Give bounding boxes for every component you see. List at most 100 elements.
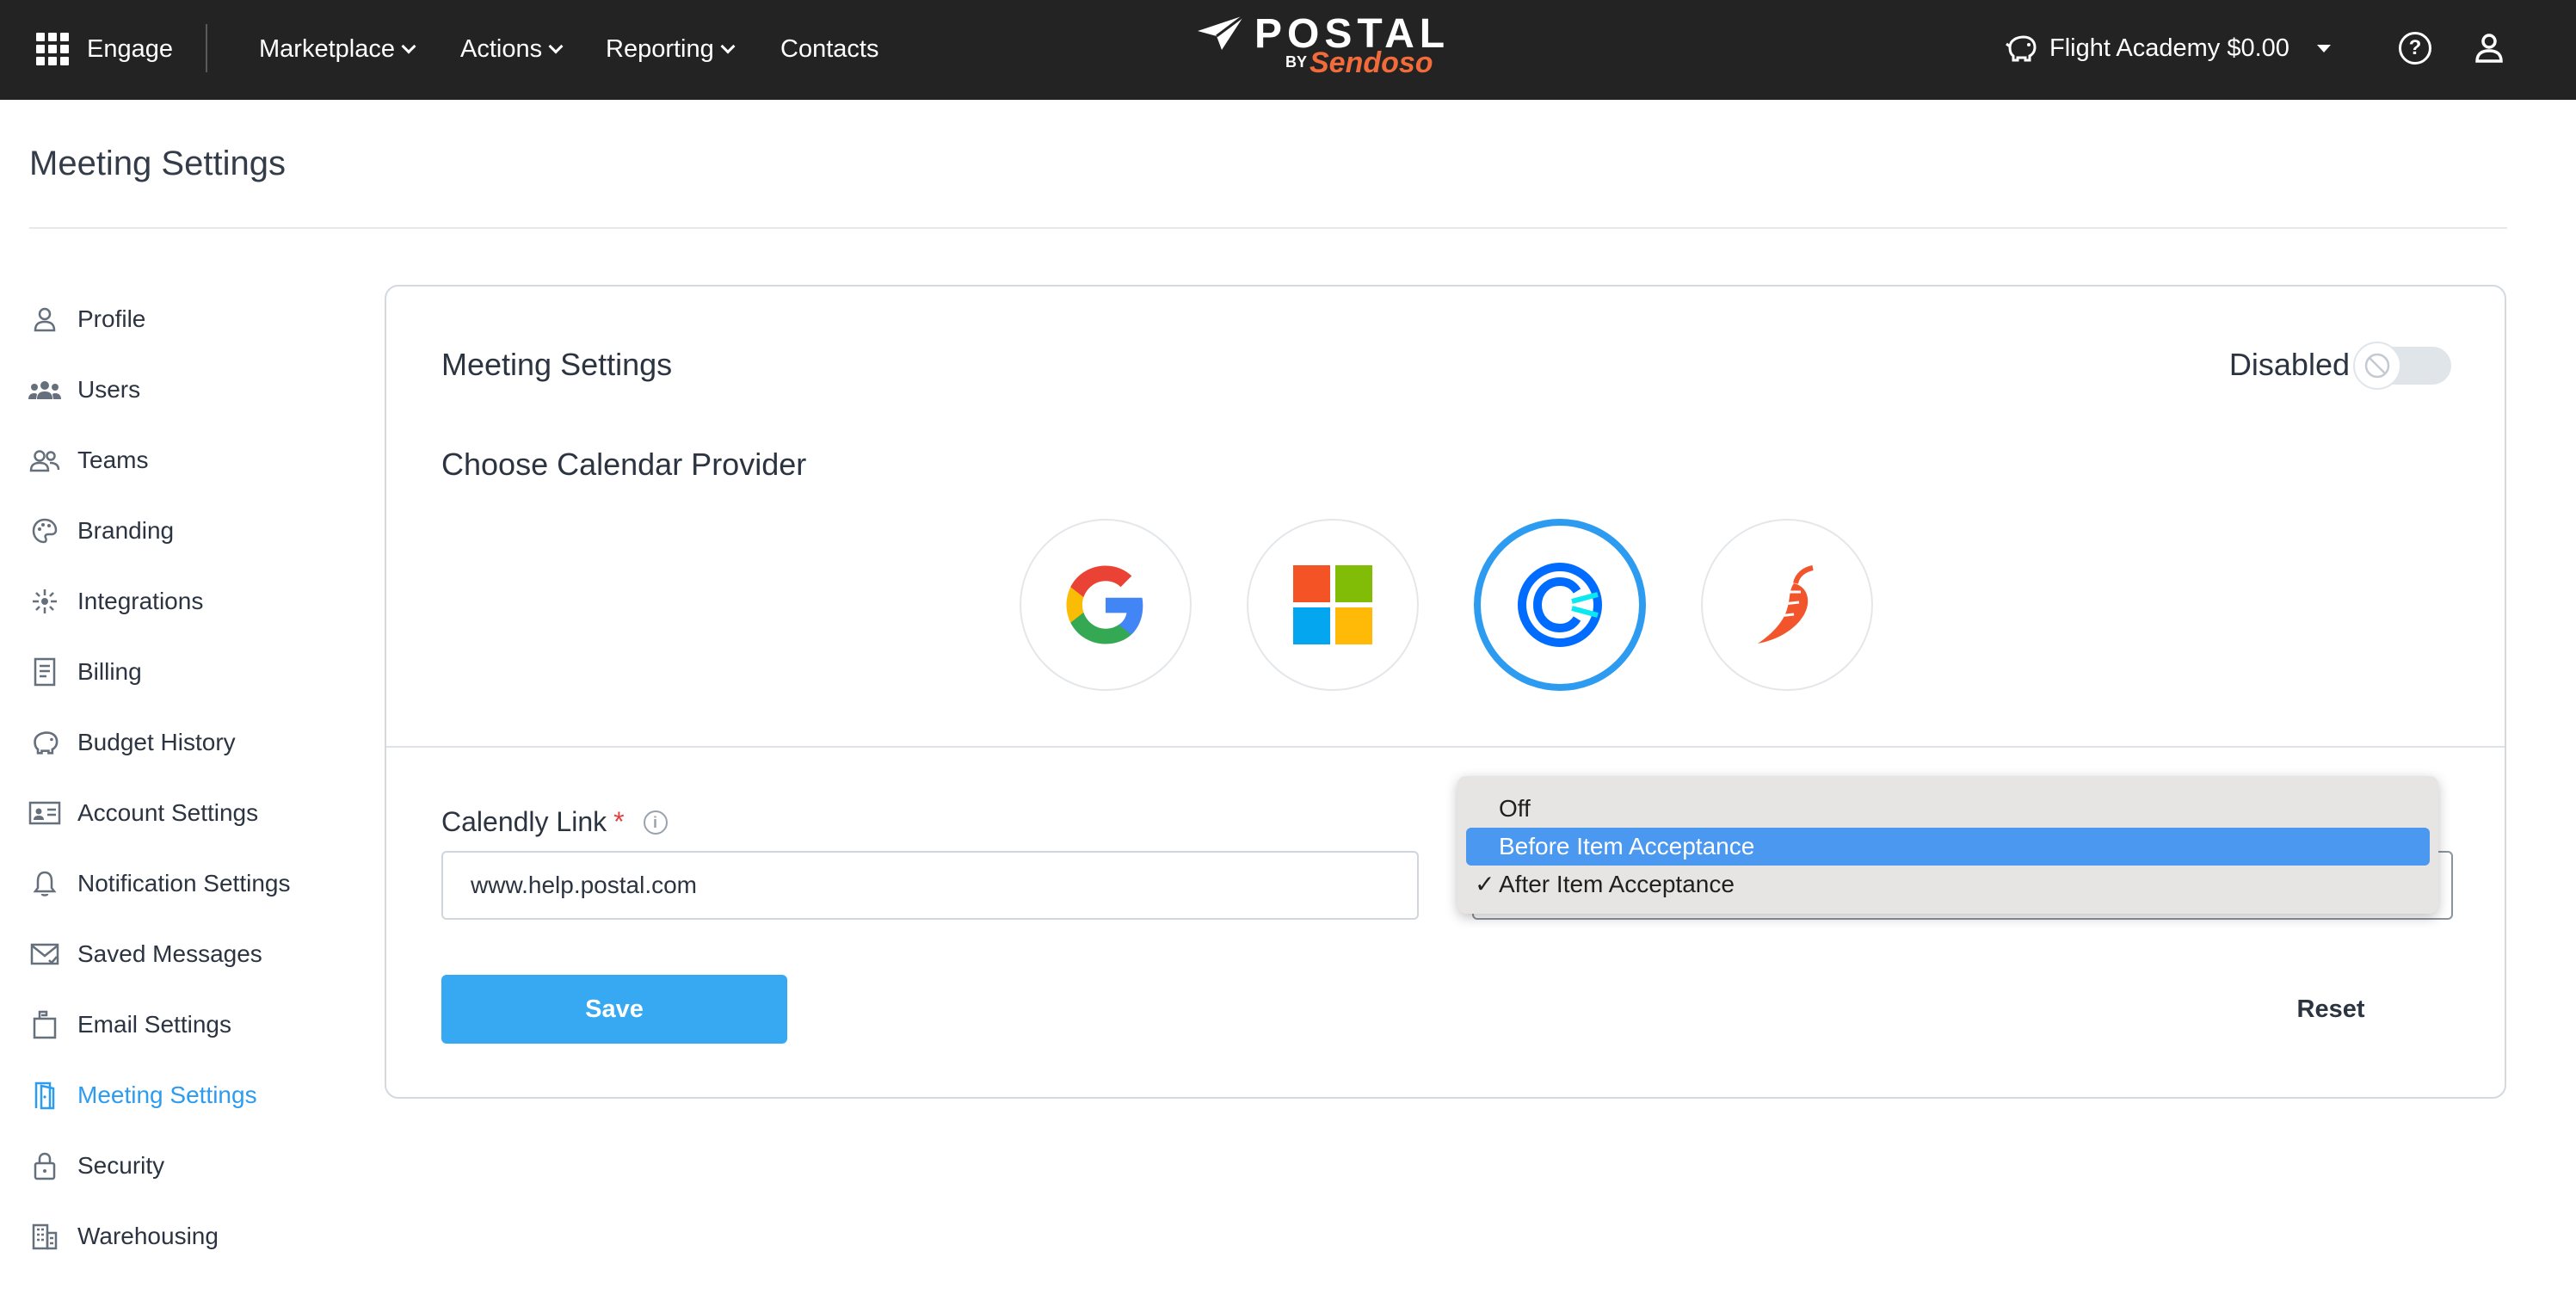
- settings-sidebar: Profile Users Teams Branding Integration…: [28, 284, 354, 1272]
- sidebar-item-warehousing[interactable]: Warehousing: [28, 1201, 354, 1272]
- sidebar-item-integrations[interactable]: Integrations: [28, 566, 354, 637]
- postal-logo[interactable]: POSTAL BY Sendoso: [1196, 10, 1445, 88]
- grid-icon[interactable]: [36, 33, 69, 65]
- user-icon[interactable]: [2474, 33, 2504, 64]
- building-icon: [28, 1219, 62, 1254]
- option-label: Before Item Acceptance: [1499, 833, 1755, 860]
- chili-pepper-icon: [1758, 565, 1814, 644]
- option-label: Off: [1499, 795, 1531, 822]
- account-label: Flight Academy $0.00: [2049, 34, 2289, 62]
- sidebar-item-label: Integrations: [77, 588, 204, 614]
- envelope-check-icon: [28, 937, 62, 971]
- nav-actions-label: Actions: [460, 35, 543, 63]
- meeting-settings-toggle[interactable]: [2353, 342, 2451, 390]
- lock-icon: [28, 1149, 62, 1183]
- sidebar-item-label: Billing: [77, 658, 142, 685]
- logo-sendoso: Sendoso: [1310, 46, 1433, 79]
- door-icon: [28, 1078, 62, 1112]
- user-icon: [28, 302, 62, 336]
- integrations-icon: [28, 584, 62, 619]
- sidebar-item-label: Email Settings: [77, 1011, 231, 1038]
- sidebar-item-saved-messages[interactable]: Saved Messages: [28, 919, 354, 989]
- dropdown-option-before-item-acceptance[interactable]: Before Item Acceptance: [1466, 828, 2430, 866]
- dropdown-option-off[interactable]: Off: [1466, 790, 2430, 828]
- header-divider: [29, 227, 2507, 229]
- toggle-knob: [2353, 342, 2401, 390]
- chevron-down-icon: [401, 39, 416, 54]
- sidebar-item-account-settings[interactable]: Account Settings: [28, 778, 354, 848]
- nav-reporting[interactable]: Reporting: [606, 33, 736, 65]
- sidebar-item-label: Teams: [77, 447, 149, 473]
- sidebar-item-label: Security: [77, 1152, 165, 1179]
- meeting-timing-dropdown-menu: Off Before Item Acceptance ✓ After Item …: [1457, 776, 2438, 914]
- sidebar-item-label: Warehousing: [77, 1223, 219, 1249]
- mailbox-icon: [28, 1007, 62, 1042]
- nav-marketplace-label: Marketplace: [259, 35, 395, 63]
- piggy-bank-icon: [28, 725, 62, 760]
- google-icon: [1066, 565, 1143, 644]
- sidebar-item-profile[interactable]: Profile: [28, 284, 354, 354]
- receipt-icon: [28, 655, 62, 689]
- nav-divider: [206, 24, 207, 72]
- sidebar-item-billing[interactable]: Billing: [28, 637, 354, 707]
- sidebar-item-label: Users: [77, 376, 141, 403]
- field-label-text: Calendly Link: [441, 806, 607, 837]
- paper-plane-icon: [1198, 14, 1245, 50]
- top-navigation-bar: Engage Marketplace Actions Reporting Con…: [0, 0, 2576, 100]
- reset-button[interactable]: Reset: [2245, 975, 2417, 1044]
- sidebar-item-label: Account Settings: [77, 799, 259, 826]
- nav-contacts[interactable]: Contacts: [780, 33, 878, 65]
- nav-contacts-label: Contacts: [780, 35, 879, 63]
- sidebar-item-security[interactable]: Security: [28, 1131, 354, 1201]
- sidebar-item-label: Saved Messages: [77, 940, 262, 967]
- provider-heading: Choose Calendar Provider: [441, 447, 807, 482]
- sidebar-item-label: Budget History: [77, 729, 236, 755]
- calendly-icon: [1518, 563, 1602, 647]
- dropdown-option-after-item-acceptance[interactable]: ✓ After Item Acceptance: [1466, 866, 2430, 903]
- provider-google[interactable]: [1020, 519, 1192, 691]
- calendly-link-input[interactable]: [441, 851, 1419, 920]
- calendly-link-label: Calendly Link * i: [441, 806, 668, 838]
- info-icon[interactable]: i: [643, 810, 668, 835]
- card-title: Meeting Settings: [441, 347, 673, 382]
- logo-by: BY: [1285, 53, 1308, 71]
- sidebar-item-label: Branding: [77, 517, 175, 544]
- chevron-down-icon: [720, 39, 736, 54]
- account-selector[interactable]: Flight Academy $0.00: [2005, 31, 2331, 65]
- option-label: After Item Acceptance: [1499, 871, 1735, 897]
- status-label: Disabled: [2228, 347, 2350, 382]
- nav-actions[interactable]: Actions: [460, 33, 564, 65]
- microsoft-icon: [1293, 565, 1372, 644]
- sidebar-item-label: Notification Settings: [77, 870, 291, 897]
- users-icon: [28, 373, 62, 407]
- palette-icon: [28, 514, 62, 548]
- id-card-icon: [28, 796, 62, 830]
- app-name[interactable]: Engage: [87, 33, 173, 65]
- sidebar-item-budget-history[interactable]: Budget History: [28, 707, 354, 778]
- disabled-icon: [2364, 353, 2390, 379]
- nav-marketplace[interactable]: Marketplace: [259, 33, 416, 65]
- save-button[interactable]: Save: [441, 975, 787, 1044]
- meeting-settings-card: Meeting Settings Disabled Choose Calenda…: [385, 285, 2506, 1099]
- required-mark: *: [613, 806, 625, 837]
- sidebar-item-label: Meeting Settings: [77, 1081, 257, 1108]
- page-title: Meeting Settings: [29, 145, 286, 182]
- provider-microsoft[interactable]: [1247, 519, 1419, 691]
- chevron-down-icon: [548, 39, 564, 54]
- sidebar-item-email-settings[interactable]: Email Settings: [28, 989, 354, 1060]
- provider-calendly[interactable]: [1474, 519, 1646, 691]
- sidebar-item-notification-settings[interactable]: Notification Settings: [28, 848, 354, 919]
- piggy-bank-icon: [2006, 35, 2037, 62]
- nav-reporting-label: Reporting: [606, 35, 714, 63]
- caret-down-icon: [2316, 44, 2331, 52]
- sidebar-item-label: Profile: [77, 305, 146, 332]
- sidebar-item-users[interactable]: Users: [28, 354, 354, 425]
- calendar-providers: [1020, 519, 1880, 693]
- sidebar-item-branding[interactable]: Branding: [28, 496, 354, 566]
- provider-chili-piper[interactable]: [1701, 519, 1873, 691]
- card-divider: [386, 746, 2505, 748]
- checkmark-icon: ✓: [1475, 871, 1495, 897]
- sidebar-item-meeting-settings[interactable]: Meeting Settings: [28, 1060, 354, 1131]
- sidebar-item-teams[interactable]: Teams: [28, 425, 354, 496]
- help-icon[interactable]: ?: [2399, 32, 2431, 65]
